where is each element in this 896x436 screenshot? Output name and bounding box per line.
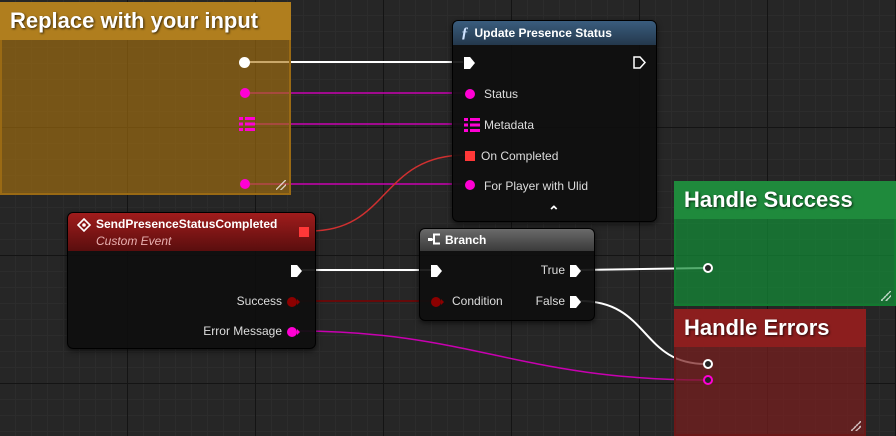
metadata-input-pin[interactable] — [239, 117, 255, 131]
event-error-message-pin[interactable] — [287, 327, 301, 337]
branch-false-label: False — [535, 294, 565, 308]
comment-input[interactable]: Replace with your input — [0, 2, 291, 195]
branch-true-label: True — [540, 263, 565, 277]
error-message-wire — [297, 330, 707, 381]
update-exec-out-pin[interactable] — [633, 56, 646, 69]
custom-event-node[interactable]: SendPresenceStatusCompleted Custom Event… — [67, 212, 316, 349]
array-grid-icon — [464, 118, 480, 132]
branch-icon — [428, 233, 440, 245]
delegate-wire — [309, 154, 467, 232]
event-success-pin[interactable] — [287, 297, 301, 307]
error-message-reroute-pin[interactable] — [703, 375, 713, 385]
update-metadata-label: Metadata — [484, 118, 535, 132]
chevron-up-icon[interactable]: ⌃ — [548, 204, 560, 218]
event-exec-out-pin[interactable] — [291, 265, 302, 277]
event-node-title: SendPresenceStatusCompleted — [96, 217, 278, 231]
resize-grip-icon[interactable] — [851, 421, 861, 431]
resize-grip-icon[interactable] — [881, 291, 891, 301]
branch-condition-pin[interactable] — [431, 297, 445, 307]
comment-success-title: Handle Success — [674, 181, 896, 219]
branch-true-pin[interactable] — [570, 265, 581, 277]
update-exec-in-pin[interactable] — [464, 57, 475, 69]
ulid-input-pin[interactable] — [240, 179, 250, 189]
branch-condition-label: Condition — [452, 294, 503, 308]
event-icon — [77, 218, 91, 232]
update-status-pin[interactable] — [465, 89, 475, 99]
branch-node-header[interactable]: Branch — [420, 229, 594, 251]
branch-false-pin[interactable] — [570, 296, 581, 308]
branch-exec-in-pin[interactable] — [431, 265, 442, 277]
error-exec-reroute-pin[interactable] — [703, 359, 713, 369]
update-presence-status-node[interactable]: ƒ Update Presence Status Status Metadata … — [452, 20, 657, 222]
function-icon: ƒ — [461, 25, 469, 41]
comment-success[interactable]: Handle Success — [674, 181, 896, 306]
success-reroute-pin[interactable] — [703, 263, 713, 273]
array-grid-icon — [239, 117, 255, 131]
update-status-label: Status — [484, 87, 519, 101]
update-ulid-pin[interactable] — [465, 180, 475, 190]
branch-node-title: Branch — [445, 233, 487, 247]
resize-grip-icon[interactable] — [276, 180, 286, 190]
event-node-subtitle: Custom Event — [96, 234, 172, 248]
branch-node[interactable]: Branch Condition True False — [419, 228, 595, 321]
update-ulid-label: For Player with Ulid — [484, 179, 589, 193]
update-metadata-pin[interactable] — [464, 118, 480, 132]
event-success-label: Success — [236, 294, 282, 308]
status-input-pin[interactable] — [240, 88, 250, 98]
event-node-header[interactable]: SendPresenceStatusCompleted Custom Event — [68, 213, 315, 251]
update-on-completed-label: On Completed — [481, 149, 559, 163]
comment-errors[interactable]: Handle Errors — [674, 309, 866, 436]
event-delegate-out-pin[interactable] — [299, 227, 309, 237]
update-node-title: Update Presence Status — [474, 26, 612, 40]
event-error-message-label: Error Message — [203, 324, 282, 338]
comment-input-title: Replace with your input — [0, 2, 291, 40]
update-node-header[interactable]: ƒ Update Presence Status — [453, 21, 656, 45]
comment-errors-title: Handle Errors — [674, 309, 866, 347]
update-on-completed-pin[interactable] — [465, 151, 475, 161]
exec-reroute-pin[interactable] — [239, 57, 250, 68]
